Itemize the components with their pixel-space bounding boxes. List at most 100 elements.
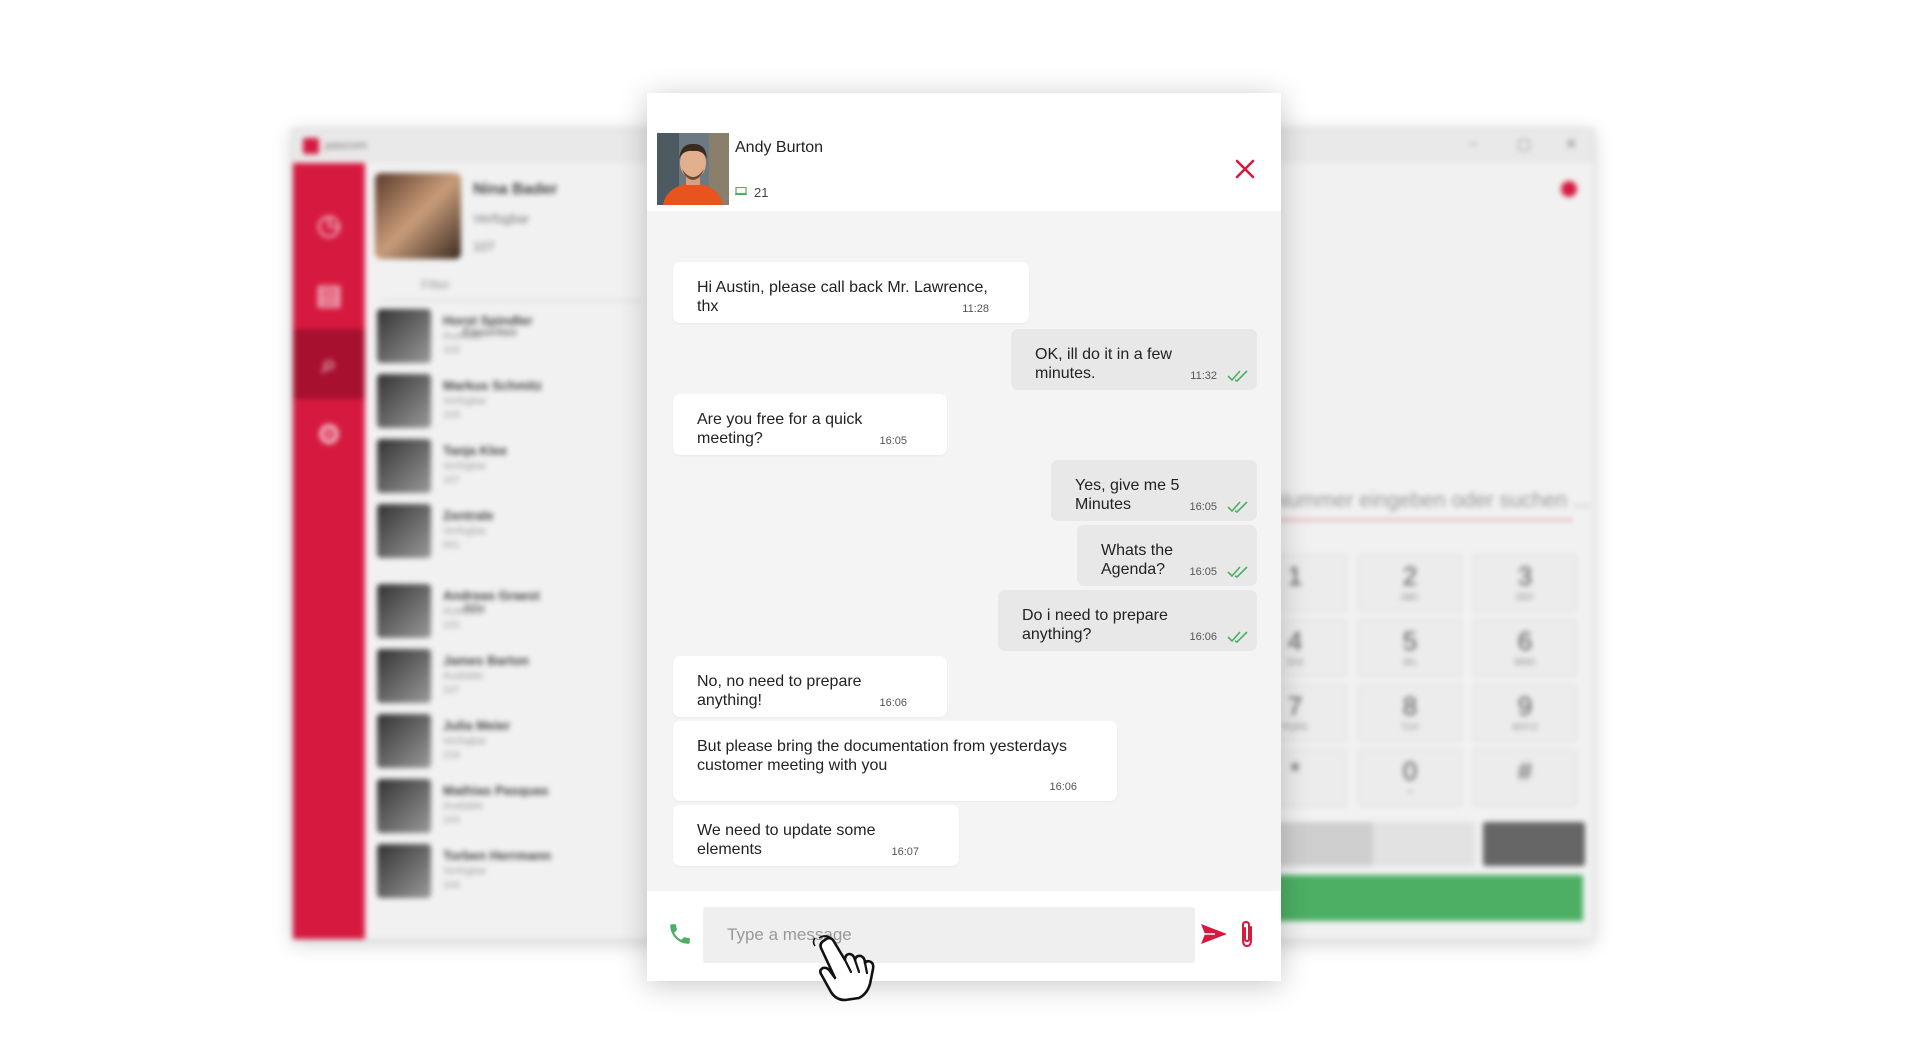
message-text: But please bring the documentation from … bbox=[697, 738, 1067, 774]
keypad-key[interactable]: 2 ABC bbox=[1358, 554, 1462, 612]
read-receipt-icon bbox=[1227, 501, 1248, 513]
contact-list-item[interactable]: Tanja Klee Verfügbar 107 bbox=[377, 439, 637, 495]
message-time: 16:05 bbox=[879, 435, 907, 447]
keypad-key[interactable]: 6 MNO bbox=[1473, 619, 1577, 677]
contact-list-extension: 107 bbox=[443, 475, 460, 486]
contact-list-name: Mathias Pasquas bbox=[443, 783, 549, 798]
keypad-digit: 6 bbox=[1517, 626, 1533, 656]
hold-button[interactable] bbox=[1373, 822, 1475, 866]
incoming-message: No, no need to prepare anything! 16:06 bbox=[673, 656, 947, 717]
navigation-rail: ◷ ▤ ⌕ ⚙ bbox=[293, 163, 365, 939]
keypad-digit: 9 bbox=[1517, 691, 1533, 721]
contact-avatar bbox=[377, 439, 431, 493]
keypad-key[interactable]: 8 TUV bbox=[1358, 684, 1462, 742]
message-time: 16:06 bbox=[1049, 781, 1077, 793]
read-receipt-icon bbox=[1227, 370, 1248, 382]
keypad-letters: + bbox=[1407, 787, 1413, 797]
message-time: 11:32 bbox=[1190, 370, 1217, 382]
contact-list-status: Available bbox=[443, 606, 484, 617]
computer-icon bbox=[735, 187, 747, 195]
search-icon[interactable]: ⌕ bbox=[293, 329, 365, 399]
history-icon[interactable]: ◷ bbox=[293, 189, 365, 259]
keypad-key[interactable]: 5 JKL bbox=[1358, 619, 1462, 677]
maximize-icon[interactable]: ▢ bbox=[1517, 135, 1531, 153]
chat-footer bbox=[647, 891, 1281, 981]
contact-name: Andy Burton bbox=[735, 139, 824, 156]
contact-list-item[interactable]: Torben Herrmann Verfügbar 104 bbox=[377, 844, 637, 900]
contact-list-status: Verfügbar bbox=[443, 396, 487, 407]
message-time: 16:05 bbox=[1189, 566, 1217, 578]
read-receipt-icon bbox=[1227, 631, 1248, 643]
message-time: 16:06 bbox=[1189, 631, 1217, 643]
keypad-key[interactable]: 9 WXYZ bbox=[1473, 684, 1577, 742]
contact-avatar bbox=[377, 844, 431, 898]
message-input[interactable] bbox=[703, 907, 1195, 963]
keypad-letters: JKL bbox=[1402, 657, 1418, 667]
contact-list-status: Verfügbar bbox=[443, 526, 487, 537]
keypad-letters: WXYZ bbox=[1512, 722, 1538, 732]
message-time: 16:07 bbox=[891, 846, 919, 858]
contact-list-name: James Barton bbox=[443, 653, 529, 668]
status-dot-icon bbox=[1561, 181, 1577, 197]
contact-list-item[interactable]: Markus Schmitz Verfügbar 103 bbox=[377, 374, 637, 430]
keypad-digit: 3 bbox=[1517, 561, 1533, 591]
close-icon[interactable] bbox=[1232, 156, 1258, 182]
contact-filter-input[interactable]: Filter bbox=[381, 271, 641, 301]
keypad-digit: 8 bbox=[1402, 691, 1418, 721]
chat-header: Andy Burton 21 bbox=[647, 93, 1281, 211]
dial-input[interactable]: Nummer eingeben oder suchen ... bbox=[1273, 489, 1591, 513]
contact-list-name: Tanja Klee bbox=[443, 443, 508, 458]
outgoing-message: OK, ill do it in a few minutes. 11:32 bbox=[1011, 329, 1257, 390]
dial-call-button[interactable] bbox=[1273, 875, 1583, 921]
contact-list-item[interactable]: James Barton Available 107 bbox=[377, 649, 637, 705]
hand-cursor-icon bbox=[812, 935, 875, 1002]
outgoing-message: Do i need to prepare anything? 16:06 bbox=[998, 590, 1257, 651]
contact-list-status: Available bbox=[443, 331, 484, 342]
keypad-digit: 2 bbox=[1402, 561, 1418, 591]
contact-list-extension: 103 bbox=[443, 345, 460, 356]
contact-list-extension: 103 bbox=[443, 410, 460, 421]
incoming-message: Hi Austin, please call back Mr. Lawrence… bbox=[673, 262, 1029, 323]
read-receipt-icon bbox=[1227, 566, 1248, 578]
send-icon[interactable] bbox=[1199, 921, 1229, 947]
contact-avatar bbox=[377, 374, 431, 428]
video-button[interactable] bbox=[1483, 822, 1585, 866]
contact-list-item[interactable]: Horst Spindler Available 103 bbox=[377, 309, 637, 365]
keypad-key[interactable]: # bbox=[1473, 749, 1577, 807]
minimize-icon[interactable]: – bbox=[1469, 135, 1477, 152]
outgoing-message: Yes, give me 5 Minutes 16:05 bbox=[1051, 460, 1257, 521]
contact-list-status: Verfügbar bbox=[443, 461, 487, 472]
contact-list-status: Verfügbar bbox=[443, 736, 487, 747]
settings-icon[interactable]: ⚙ bbox=[293, 399, 365, 469]
contact-list-item[interactable]: Andreas Graest Available 102 bbox=[377, 584, 637, 640]
profile-name: Nina Bader bbox=[473, 181, 558, 198]
incoming-message: We need to update some elements 16:07 bbox=[673, 805, 959, 866]
phone-icon[interactable] bbox=[667, 921, 693, 947]
contact-list-status: Available bbox=[443, 671, 484, 682]
contact-list-extension: 107 bbox=[443, 685, 460, 696]
contact-list-item[interactable]: Julia Meier Verfügbar 218 bbox=[377, 714, 637, 770]
keypad-letters: ABC bbox=[1400, 592, 1420, 602]
contact-list-item[interactable]: Zentrale Verfügbar 001 bbox=[377, 504, 637, 560]
dial-input-underline bbox=[1273, 519, 1573, 521]
keypad-letters: TUV bbox=[1401, 722, 1419, 732]
window-close-icon[interactable]: ✕ bbox=[1565, 135, 1578, 153]
contact-list-name: Julia Meier bbox=[443, 718, 511, 733]
contact-avatar bbox=[377, 584, 431, 638]
keypad-digit: 0 bbox=[1402, 756, 1418, 786]
contacts-icon[interactable]: ▤ bbox=[293, 259, 365, 329]
transfer-button[interactable] bbox=[1273, 822, 1375, 866]
keypad-key[interactable]: 0 + bbox=[1358, 749, 1462, 807]
contact-avatar bbox=[377, 779, 431, 833]
profile-avatar bbox=[375, 173, 461, 259]
keypad-key[interactable]: 3 DEF bbox=[1473, 554, 1577, 612]
contact-list-name: Markus Schmitz bbox=[443, 378, 542, 393]
app-logo bbox=[303, 138, 319, 154]
paperclip-icon[interactable] bbox=[1238, 919, 1256, 949]
message-time: 11:28 bbox=[962, 303, 989, 315]
contact-list-item[interactable]: Mathias Pasquas Available 103 bbox=[377, 779, 637, 835]
contact-list-status: Available bbox=[443, 801, 484, 812]
contact-list-extension: 001 bbox=[443, 540, 460, 551]
keypad-letters: MNO bbox=[1514, 657, 1536, 667]
contact-extension: 21 bbox=[754, 185, 769, 200]
